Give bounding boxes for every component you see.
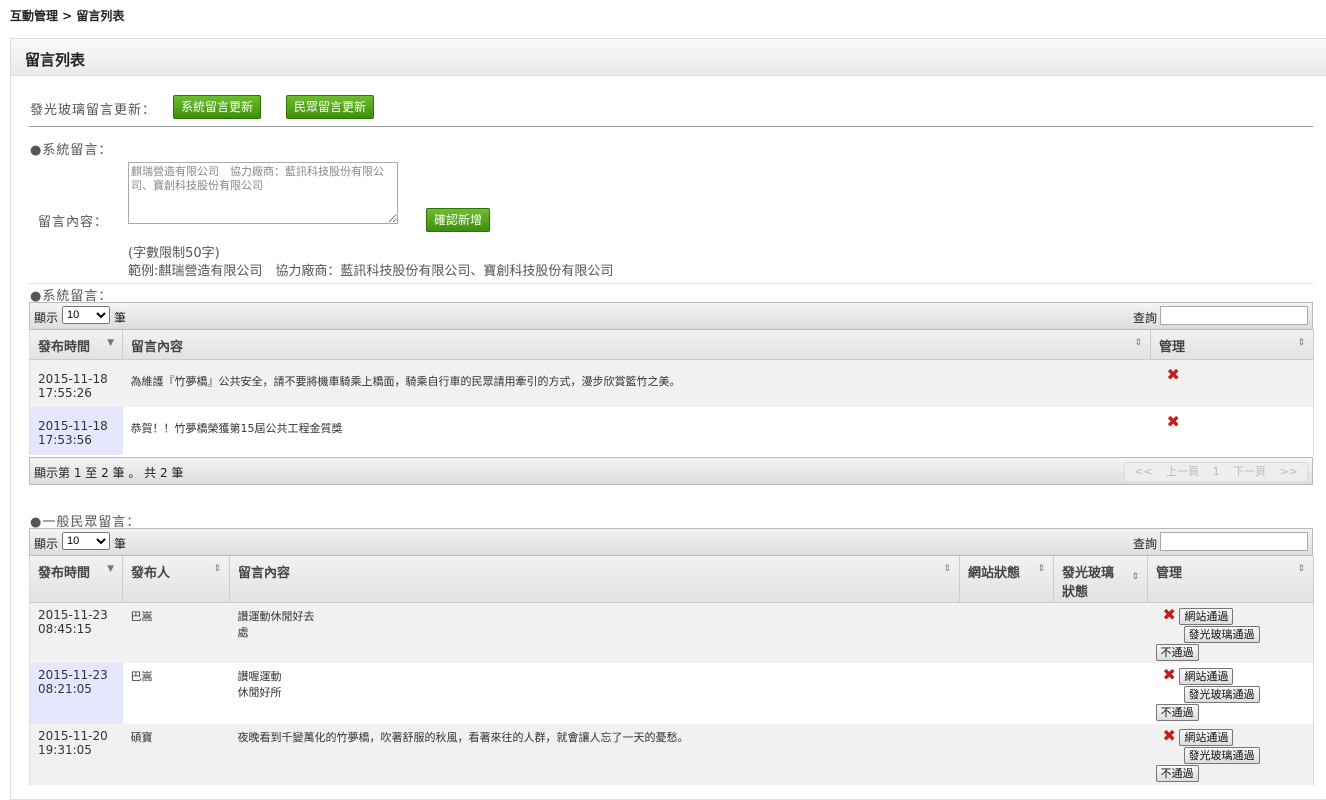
manage-cell: ✖ 網站通過 發光玻璃通過 不通過 [1147,663,1314,724]
col-header-glass-status[interactable]: 發光玻璃狀態 ⇕ [1053,556,1148,603]
author-cell: 巴嵩 [122,602,230,663]
web-status-cell [959,663,1054,724]
date-cell: 2015-11-18 17:55:26 [29,359,123,407]
public-messages-table: 發布時間 ▼ 發布人 ⇕ 留言內容 ⇕ 網站狀態 ⇕ 發光玻璃狀態 ⇕ 管理 ⇕ 2015-… [29,556,1314,785]
web-status-cell [959,602,1054,663]
prev-page-link[interactable]: 上一頁 [1166,465,1199,478]
web-pass-button[interactable]: 網站通過 [1179,607,1234,625]
divider [29,283,1313,284]
first-page-link[interactable]: << [1134,465,1152,478]
manage-cell: ✖ 網站通過 發光玻璃通過 不通過 [1147,602,1314,663]
table-row: 2015-11-23 08:21:05 巴嵩 讚喔運動 休閒好所 ✖ 網站通過 發光… [29,663,1314,724]
author-cell: 巴嵩 [122,663,230,724]
public-message-update-button[interactable]: 民眾留言更新 [286,95,375,119]
sort-arrows-icon: ⇕ [1131,572,1139,582]
glass-pass-button[interactable]: 發光玻璃通過 [1183,686,1260,703]
char-limit-hint: (字數限制50字) [128,246,220,261]
sort-arrows-icon: ⇕ [213,564,221,574]
date-cell: 2015-11-18 17:53:56 [29,407,123,455]
col-header-content[interactable]: 留言內容 ⇕ [229,556,960,603]
public-table-toolbar: 顯示 10 筆 查詢 [29,528,1313,556]
reject-button[interactable]: 不通過 [1155,765,1199,782]
search-input[interactable] [1160,532,1308,551]
search-input[interactable] [1160,306,1308,325]
last-page-link[interactable]: >> [1280,465,1298,478]
table-row: 2015-11-18 17:53:56 恭賀！！竹夢橋榮獲第15屆公共工程金質獎 … [29,407,1314,455]
sort-desc-icon: ▼ [107,564,114,574]
next-page-link[interactable]: 下一頁 [1233,465,1266,478]
col-header-manage[interactable]: 管理 ⇕ [1147,556,1314,603]
pagination: << 上一頁 1 下一頁 >> [1124,462,1308,482]
date-cell: 2015-11-23 08:45:15 [29,602,123,663]
reject-button[interactable]: 不通過 [1155,704,1199,721]
sort-desc-icon: ▼ [107,338,114,348]
content-cell: 讚喔運動 休閒好所 [229,663,960,724]
delete-x-icon[interactable]: ✖ [1163,728,1176,744]
paging-info: 顯示第 1 至 2 筆 。 共 2 筆 [34,466,184,480]
message-list-panel: 留言列表 發光玻璃留言更新： 系統留言更新 民眾留言更新 ●系統留言： 留言內容… [10,38,1326,800]
col-header-manage[interactable]: 管理 ⇕ [1150,330,1314,360]
delete-x-icon[interactable]: ✖ [1167,414,1180,430]
sort-arrows-icon: ⇕ [1037,564,1045,574]
content-cell: 恭賀！！竹夢橋榮獲第15屆公共工程金質獎 [122,407,1151,455]
example-hint: 範例:麒瑞營造有限公司 協力廠商：藍訊科技股份有限公司、寶創科技股份有限公司 [128,264,614,279]
glass-pass-button[interactable]: 發光玻璃通過 [1183,625,1260,643]
web-status-cell [959,724,1054,785]
unit-label: 筆 [114,537,127,551]
search-label: 查詢 [1133,311,1158,325]
content-cell: 夜晚看到千變萬化的竹夢橋，吹著舒服的秋風，看著來往的人群，就會讓人忘了一天的憂愁… [229,724,960,785]
search-label: 查詢 [1133,537,1158,551]
panel-header: 留言列表 [11,39,1326,76]
reject-button[interactable]: 不通過 [1155,643,1199,661]
glass-status-cell [1053,724,1148,785]
col-header-time[interactable]: 發布時間 ▼ [29,556,123,603]
date-cell: 2015-11-20 19:31:05 [29,724,123,785]
table-row: 2015-11-23 08:45:15 巴嵩 讚運動休閒好去處 ✖ 網站通過 發光… [29,602,1314,663]
web-pass-button[interactable]: 網站通過 [1179,729,1234,746]
col-header-time[interactable]: 發布時間 ▼ [29,330,123,360]
system-messages-table: 發布時間 ▼ 留言內容 ⇕ 管理 ⇕ 2015-11-18 17:55:26 為維護『竹… [29,330,1314,455]
table-row: 2015-11-18 17:55:26 為維護『竹夢橋』公共安全，請不要將機車騎乘… [29,359,1314,407]
divider [29,126,1313,127]
delete-x-icon[interactable]: ✖ [1167,366,1180,383]
content-cell: 為維護『竹夢橋』公共安全，請不要將機車騎乘上橋面，騎乘自行車的民眾請用牽引的方式… [122,359,1151,407]
system-table-footer: 顯示第 1 至 2 筆 。 共 2 筆 << 上一頁 1 下一頁 >> [29,457,1313,485]
sort-arrows-icon: ⇕ [1297,564,1305,574]
date-cell: 2015-11-23 08:21:05 [29,663,123,724]
confirm-add-button[interactable]: 確認新增 [426,208,491,232]
manage-cell: ✖ 網站通過 發光玻璃通過 不通過 [1147,724,1314,785]
system-table-toolbar: 顯示 10 筆 查詢 [29,302,1313,330]
show-label: 顯示 [34,537,59,551]
sort-arrows-icon: ⇕ [1297,338,1305,348]
web-pass-button[interactable]: 網站通過 [1179,668,1234,685]
message-content-textarea[interactable]: 麒瑞營造有限公司 協力廠商：藍訊科技股份有限公司、寶創科技股份有限公司 [128,162,398,224]
glass-update-label: 發光玻璃留言更新： [30,103,157,118]
page-number[interactable]: 1 [1213,465,1220,478]
manage-cell: ✖ [1150,359,1314,407]
glass-status-cell [1053,663,1148,724]
delete-x-icon[interactable]: ✖ [1163,667,1176,683]
page-size-select[interactable]: 10 [62,532,110,550]
sort-arrows-icon: ⇕ [943,564,951,574]
glass-pass-button[interactable]: 發光玻璃通過 [1183,747,1260,764]
col-header-content[interactable]: 留言內容 ⇕ [122,330,1151,360]
col-header-author[interactable]: 發布人 ⇕ [122,556,230,603]
table-row: 2015-11-20 19:31:05 碩寶 夜晚看到千變萬化的竹夢橋，吹著舒服的… [29,724,1314,785]
author-cell: 碩寶 [122,724,230,785]
panel-title: 留言列表 [25,51,86,69]
system-message-update-button[interactable]: 系統留言更新 [173,95,262,119]
unit-label: 筆 [114,311,127,325]
show-label: 顯示 [34,311,59,325]
col-header-web-status[interactable]: 網站狀態 ⇕ [959,556,1054,603]
system-message-section-label: ●系統留言： [30,143,113,158]
delete-x-icon[interactable]: ✖ [1163,606,1176,623]
content-cell: 讚運動休閒好去處 [229,602,960,663]
message-content-label: 留言內容： [38,215,109,230]
sort-arrows-icon: ⇕ [1134,338,1142,348]
page-size-select[interactable]: 10 [62,306,110,324]
breadcrumb: 互動管理 > 留言列表 [10,9,125,23]
manage-cell: ✖ [1150,407,1314,455]
glass-status-cell [1053,602,1148,663]
